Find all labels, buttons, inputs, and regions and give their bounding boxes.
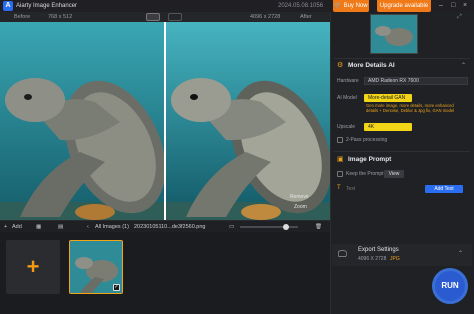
chevron-up-icon[interactable]: ⌃ <box>461 62 466 69</box>
collapse-icon[interactable]: ⤢ <box>457 14 462 21</box>
after-image <box>166 22 330 220</box>
hardware-label: Hardware <box>337 78 359 84</box>
hardware-select[interactable]: AMD Radeon RX 7600 <box>364 77 468 85</box>
hint-line-1: Remove <box>290 194 309 200</box>
side-by-side-toggle[interactable] <box>168 13 182 21</box>
image-prompt-icon: ▣ <box>337 156 344 163</box>
zoom-slider[interactable] <box>240 226 298 228</box>
divider-2 <box>334 151 470 152</box>
add-text-button[interactable]: Add Text <box>425 185 463 193</box>
title-bar: A Aiarty Image Enhancer 2024.05.08.1056 … <box>0 0 474 12</box>
image-thumbnail[interactable]: ✓ <box>69 240 123 294</box>
export-format: JPG <box>390 256 400 262</box>
app-title: Aiarty Image Enhancer <box>16 3 78 9</box>
selected-check-icon[interactable]: ✓ <box>113 284 120 291</box>
ai-model-label: AI Model <box>337 95 357 101</box>
keep-prompt-checkbox[interactable] <box>337 171 343 177</box>
export-settings[interactable]: 🖵 Export Settings 4096 X 2728 JPG ⌃ <box>332 244 472 266</box>
before-label: Before <box>14 14 31 20</box>
two-pass-label: 2-Pass processing <box>346 137 388 143</box>
view-button[interactable]: View <box>384 170 404 178</box>
divider-1 <box>334 58 470 59</box>
panel-preview-thumbnail <box>370 14 418 54</box>
run-button[interactable]: RUN <box>432 268 468 304</box>
keep-prompt-label: Keep the Prompt <box>346 171 384 177</box>
after-label: After <box>300 14 312 20</box>
upscale-label: Upscale <box>337 124 356 130</box>
compare-bar: Before 768 x 512 4096 x 2728 After <box>0 12 330 22</box>
two-pass-checkbox[interactable] <box>337 137 343 143</box>
preview-area[interactable]: Remove Zoom <box>0 22 330 220</box>
before-size: 768 x 512 <box>48 14 73 20</box>
plus-icon: + <box>26 254 40 279</box>
ai-model-select[interactable]: More-detail GAN V2 <box>364 94 412 108</box>
text-icon: T <box>337 185 341 191</box>
after-size: 4096 x 2728 <box>250 14 281 20</box>
app-version: 2024.05.08.1056 <box>278 3 324 9</box>
before-image <box>0 22 164 220</box>
maximize-icon[interactable]: □ <box>451 1 455 11</box>
hint-line-2: Zoom <box>294 204 307 210</box>
monitor-icon: 🖵 <box>338 249 347 259</box>
close-icon[interactable]: × <box>463 1 467 11</box>
compare-divider[interactable] <box>164 22 166 220</box>
image-prompt-title: Image Prompt <box>348 156 392 163</box>
chevron-up-icon[interactable]: ⌃ <box>458 250 463 257</box>
buy-now-button[interactable]: 🛒 Buy Now <box>333 0 369 12</box>
ai-enhance-icon: ⚙ <box>337 62 344 69</box>
minimize-icon[interactable]: – <box>439 1 443 11</box>
zoom-slider-handle[interactable] <box>283 224 289 230</box>
cart-icon: 🛒 <box>334 3 344 9</box>
add-image-tile[interactable]: + <box>6 240 60 294</box>
export-size: 4096 X 2728 <box>358 256 387 262</box>
more-details-title: More Details AI <box>348 62 395 69</box>
upgrade-button[interactable]: Upgrade available <box>377 0 431 12</box>
text-label: Text <box>346 186 356 192</box>
split-view-toggle[interactable] <box>146 13 160 21</box>
ai-model-description: Gen more image, more details, more enhan… <box>366 103 455 113</box>
run-label: RUN <box>441 281 459 290</box>
app-logo-icon: A <box>3 1 13 11</box>
image-list-toolbar: + Add ▦ ▤ ‹ All Images (1) 20230105110..… <box>0 220 330 232</box>
upscale-select[interactable]: 4K <box>364 123 412 131</box>
export-title: Export Settings <box>358 247 399 253</box>
